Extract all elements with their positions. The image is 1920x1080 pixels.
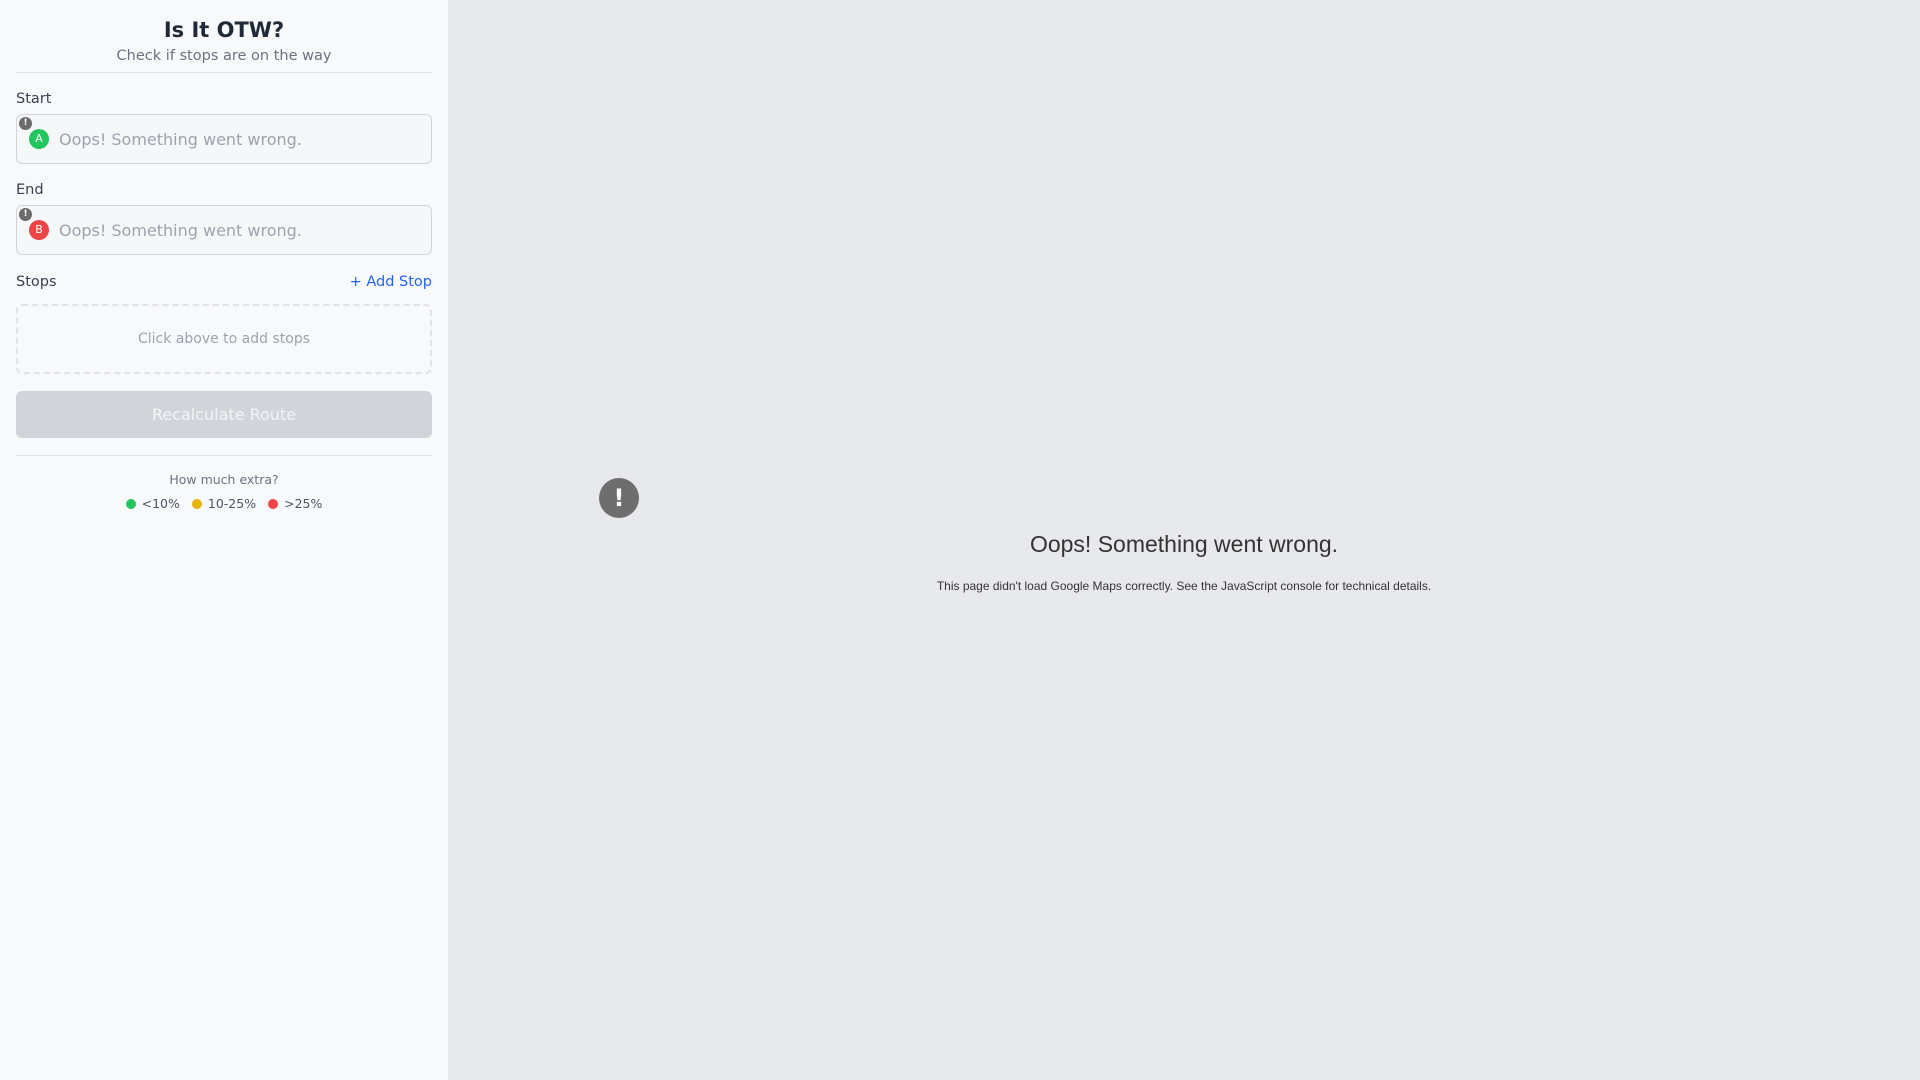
map-error-title: Oops! Something went wrong. (1029, 531, 1339, 557)
app-title: Is It OTW? (163, 18, 285, 42)
stops-header: Stops + Add Stop (16, 273, 432, 291)
stops-label: Stops (16, 274, 57, 290)
start-marker-icon: A (29, 129, 49, 149)
end-marker-icon: B (29, 220, 49, 240)
start-label: Start (16, 91, 52, 107)
error-icon: ! (599, 478, 639, 518)
legend: How much extra? <10% 10-25% >25% (16, 455, 432, 512)
recalculate-route-button[interactable]: Recalculate Route (16, 391, 432, 438)
legend-item-low: <10% (125, 496, 180, 512)
map-error-message: Oops! Something went wrong. This page di… (448, 528, 1920, 594)
sidebar: Is It OTW? Check if stops are on the way… (0, 0, 448, 1080)
legend-label: 10-25% (207, 496, 257, 511)
legend-item-medium: 10-25% (191, 496, 257, 512)
map-area[interactable]: ! Oops! Something went wrong. This page … (448, 0, 1920, 1080)
start-input[interactable] (59, 129, 399, 149)
stops-empty-state: Click above to add stops (16, 304, 432, 374)
end-input[interactable] (59, 220, 399, 240)
legend-items: <10% 10-25% >25% (16, 496, 432, 512)
green-dot-icon (125, 499, 136, 509)
legend-title: How much extra? (169, 472, 279, 487)
end-field[interactable]: ! B (16, 205, 432, 255)
red-dot-icon (268, 499, 279, 509)
legend-item-high: >25% (268, 496, 322, 512)
legend-label: <10% (141, 496, 180, 511)
app-header: Is It OTW? Check if stops are on the way (16, 0, 432, 73)
add-stop-button[interactable]: + Add Stop (350, 273, 432, 291)
map-error-details: This page didn't load Google Maps correc… (936, 579, 1432, 593)
end-label: End (16, 182, 44, 198)
warning-icon: ! (19, 208, 32, 221)
yellow-dot-icon (191, 499, 202, 509)
app-subtitle: Check if stops are on the way (116, 48, 332, 64)
warning-icon: ! (19, 117, 32, 130)
start-field[interactable]: ! A (16, 114, 432, 164)
legend-label: >25% (284, 496, 323, 511)
